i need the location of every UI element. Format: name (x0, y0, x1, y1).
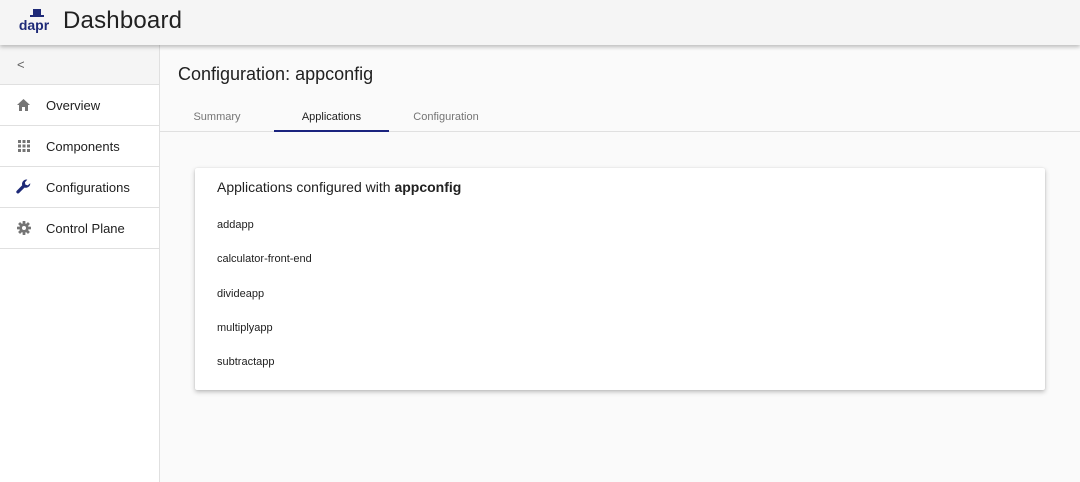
list-item: calculator-front-end (217, 253, 312, 265)
tab-configuration[interactable]: Configuration (389, 102, 503, 132)
card-title-prefix: Applications configured with (217, 179, 395, 195)
list-item: multiplyapp (217, 322, 273, 334)
tab-label: Applications (301, 111, 362, 123)
tab-summary[interactable]: Summary (178, 102, 256, 132)
card-title: Applications configured with appconfig (217, 179, 461, 195)
sidebar-item-components[interactable]: Components (0, 126, 159, 167)
chevron-left-icon: < (17, 57, 25, 72)
tab-label: Summary (193, 111, 241, 123)
wrench-icon (15, 179, 32, 196)
tab-label: Configuration (413, 111, 479, 123)
tab-applications[interactable]: Applications (274, 102, 389, 132)
list-item: addapp (217, 219, 254, 231)
sidebar: < Overview Components Configurations Con… (0, 45, 160, 482)
sidebar-collapse-button[interactable]: < (0, 45, 159, 85)
sidebar-item-configurations[interactable]: Configurations (0, 167, 159, 208)
sidebar-item-label: Control Plane (46, 220, 125, 236)
sidebar-item-control-plane[interactable]: Control Plane (0, 208, 159, 249)
applications-card: Applications configured with appconfig a… (195, 168, 1045, 390)
main-content: Configuration: appconfig Summary Applica… (160, 45, 1080, 482)
dapr-logo[interactable]: dapr (16, 8, 52, 36)
home-icon (15, 97, 32, 114)
sidebar-item-label: Components (46, 138, 120, 154)
page-title: Configuration: appconfig (178, 64, 374, 84)
sidebar-item-label: Configurations (46, 179, 130, 195)
tab-bar: Summary Applications Configuration (160, 102, 1080, 132)
sidebar-item-label: Overview (46, 97, 101, 113)
logo-text: dapr (19, 17, 50, 33)
sidebar-item-overview[interactable]: Overview (0, 85, 159, 126)
list-item: subtractapp (217, 356, 275, 368)
card-title-config-name: appconfig (394, 179, 462, 195)
app-title: Dashboard (63, 7, 183, 34)
grid-icon (15, 138, 32, 155)
gear-icon (15, 220, 32, 237)
list-item: divideapp (217, 288, 265, 300)
app-header: dapr Dashboard (0, 0, 1080, 45)
